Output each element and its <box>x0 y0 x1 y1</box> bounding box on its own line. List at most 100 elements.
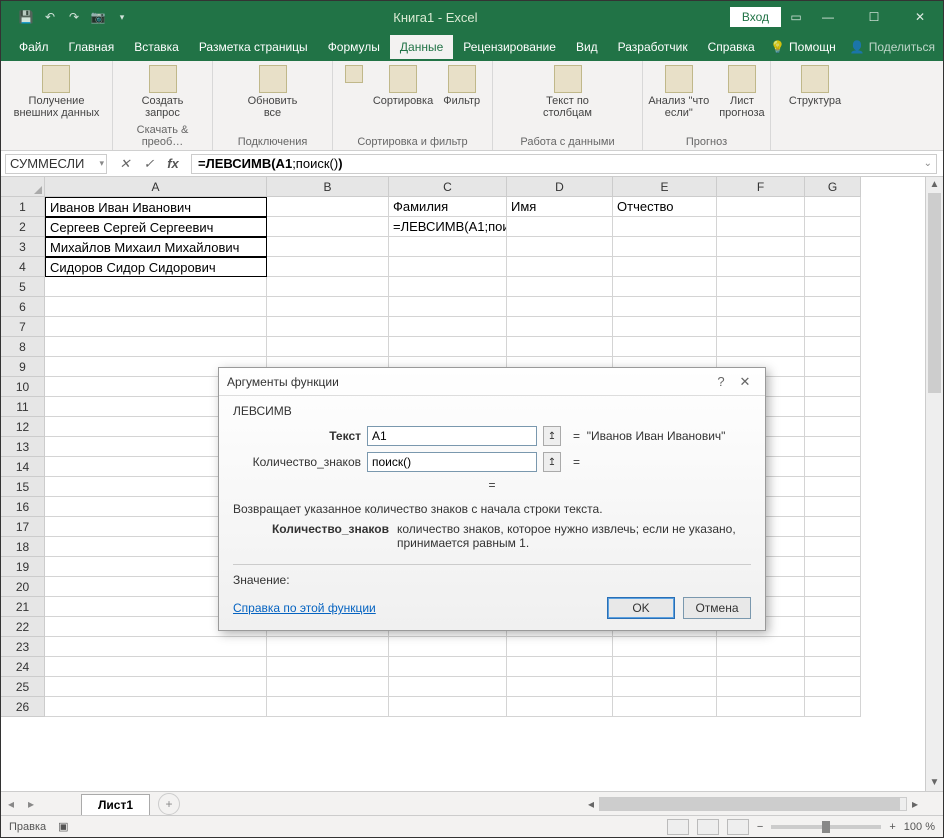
row-header-12[interactable]: 12 <box>1 417 45 437</box>
cell-G11[interactable] <box>805 397 861 417</box>
cell-C6[interactable] <box>389 297 507 317</box>
cell-F5[interactable] <box>717 277 805 297</box>
row-header-19[interactable]: 19 <box>1 557 45 577</box>
tab-help[interactable]: Справка <box>698 35 765 59</box>
cell-E5[interactable] <box>613 277 717 297</box>
cell-G17[interactable] <box>805 517 861 537</box>
cell-G22[interactable] <box>805 617 861 637</box>
namebox-dropdown-icon[interactable]: ▾ <box>99 158 104 169</box>
tab-pagelayout[interactable]: Разметка страницы <box>189 35 318 59</box>
arg1-collapse-button[interactable]: ↥ <box>543 426 561 446</box>
row-header-3[interactable]: 3 <box>1 237 45 257</box>
cell-D2[interactable] <box>507 217 613 237</box>
scroll-down-icon[interactable]: ▼ <box>926 775 943 791</box>
undo-icon[interactable]: ↶ <box>43 10 57 24</box>
cell-G8[interactable] <box>805 337 861 357</box>
redo-icon[interactable]: ↷ <box>67 10 81 24</box>
row-header-16[interactable]: 16 <box>1 497 45 517</box>
row-header-20[interactable]: 20 <box>1 577 45 597</box>
row-header-7[interactable]: 7 <box>1 317 45 337</box>
sort-button[interactable]: Сортировка <box>373 65 433 107</box>
insert-function-button[interactable]: fx <box>161 154 185 174</box>
col-header-D[interactable]: D <box>507 177 613 197</box>
cell-F26[interactable] <box>717 697 805 717</box>
cell-C2[interactable]: =ЛЕВСИМВ(A1;поиск()) <box>389 217 507 237</box>
filter-button[interactable]: Фильтр <box>443 65 480 107</box>
cell-A5[interactable] <box>45 277 267 297</box>
horizontal-scrollbar[interactable]: ◂ ▸ <box>583 797 923 811</box>
cell-F7[interactable] <box>717 317 805 337</box>
cell-B24[interactable] <box>267 657 389 677</box>
cell-D4[interactable] <box>507 257 613 277</box>
row-header-13[interactable]: 13 <box>1 437 45 457</box>
scroll-left-icon[interactable]: ◂ <box>583 797 599 811</box>
maximize-button[interactable]: ☐ <box>851 1 897 33</box>
cell-E6[interactable] <box>613 297 717 317</box>
cell-G9[interactable] <box>805 357 861 377</box>
cell-F3[interactable] <box>717 237 805 257</box>
cell-A6[interactable] <box>45 297 267 317</box>
close-button[interactable]: ✕ <box>897 1 943 33</box>
name-box[interactable]: СУММЕСЛИ▾ <box>5 154 107 174</box>
cell-D1[interactable]: Имя <box>507 197 613 217</box>
cell-D23[interactable] <box>507 637 613 657</box>
cell-B7[interactable] <box>267 317 389 337</box>
cell-B1[interactable] <box>267 197 389 217</box>
cell-C1[interactable]: Фамилия <box>389 197 507 217</box>
minimize-button[interactable]: — <box>805 1 851 33</box>
tab-data[interactable]: Данные <box>390 35 453 59</box>
cell-C4[interactable] <box>389 257 507 277</box>
row-header-10[interactable]: 10 <box>1 377 45 397</box>
cell-B26[interactable] <box>267 697 389 717</box>
col-header-E[interactable]: E <box>613 177 717 197</box>
refresh-all-button[interactable]: Обновить все <box>248 65 298 119</box>
cell-B25[interactable] <box>267 677 389 697</box>
cell-C24[interactable] <box>389 657 507 677</box>
row-header-23[interactable]: 23 <box>1 637 45 657</box>
tab-view[interactable]: Вид <box>566 35 608 59</box>
cell-D24[interactable] <box>507 657 613 677</box>
cell-C5[interactable] <box>389 277 507 297</box>
camera-icon[interactable]: 📷 <box>91 10 105 24</box>
cell-D5[interactable] <box>507 277 613 297</box>
dialog-help-button[interactable]: ? <box>709 374 733 389</box>
new-sheet-button[interactable]: + <box>158 793 180 815</box>
cell-C3[interactable] <box>389 237 507 257</box>
outline-button[interactable]: Структура <box>789 65 841 107</box>
row-header-1[interactable]: 1 <box>1 197 45 217</box>
row-header-11[interactable]: 11 <box>1 397 45 417</box>
cell-G12[interactable] <box>805 417 861 437</box>
save-icon[interactable]: 💾 <box>19 10 33 24</box>
cell-B23[interactable] <box>267 637 389 657</box>
cell-G21[interactable] <box>805 597 861 617</box>
cell-A4[interactable]: Сидоров Сидор Сидорович <box>45 257 267 277</box>
cell-G1[interactable] <box>805 197 861 217</box>
ribbon-display-icon[interactable]: ▭ <box>787 8 805 26</box>
normal-view-button[interactable] <box>667 819 689 835</box>
cell-C7[interactable] <box>389 317 507 337</box>
cell-C25[interactable] <box>389 677 507 697</box>
formula-input[interactable]: =ЛЕВСИМВ(A1;поиск()) ⌄ <box>191 154 937 174</box>
row-header-24[interactable]: 24 <box>1 657 45 677</box>
row-header-25[interactable]: 25 <box>1 677 45 697</box>
cell-C26[interactable] <box>389 697 507 717</box>
cell-A2[interactable]: Сергеев Сергей Сергеевич <box>45 217 267 237</box>
cell-D6[interactable] <box>507 297 613 317</box>
zoom-in-button[interactable]: + <box>889 821 895 833</box>
cell-D3[interactable] <box>507 237 613 257</box>
scroll-thumb[interactable] <box>928 193 941 393</box>
cell-A26[interactable] <box>45 697 267 717</box>
col-header-A[interactable]: A <box>45 177 267 197</box>
formula-expand-icon[interactable]: ⌄ <box>924 158 932 169</box>
tell-me-input[interactable]: Помощн <box>789 40 836 54</box>
cell-C23[interactable] <box>389 637 507 657</box>
tab-scroll-first[interactable]: ◂ <box>1 797 21 811</box>
row-header-22[interactable]: 22 <box>1 617 45 637</box>
row-header-2[interactable]: 2 <box>1 217 45 237</box>
cell-E24[interactable] <box>613 657 717 677</box>
arg2-input[interactable] <box>367 452 537 472</box>
tab-home[interactable]: Главная <box>59 35 125 59</box>
cell-G24[interactable] <box>805 657 861 677</box>
row-header-15[interactable]: 15 <box>1 477 45 497</box>
cell-F6[interactable] <box>717 297 805 317</box>
